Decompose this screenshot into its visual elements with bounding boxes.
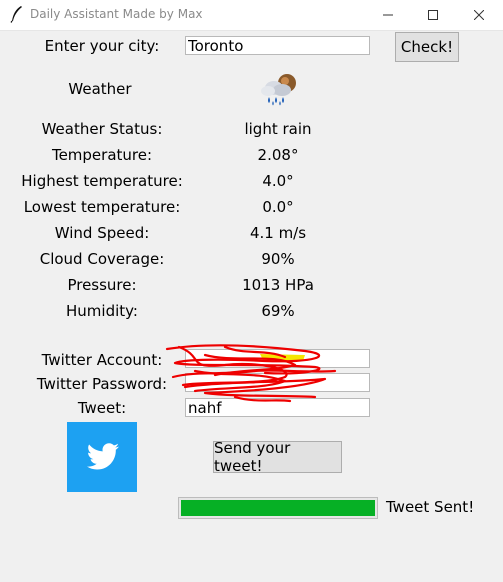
redaction-scribble bbox=[165, 344, 337, 403]
feather-icon bbox=[10, 6, 22, 23]
cloud-coverage-label: Cloud Coverage: bbox=[39, 250, 165, 268]
maximize-icon bbox=[428, 10, 438, 20]
temperature-label: Temperature: bbox=[51, 146, 153, 164]
pressure-label: Pressure: bbox=[67, 276, 137, 294]
send-tweet-button-label: Send your tweet! bbox=[214, 439, 291, 475]
humidity-label: Humidity: bbox=[66, 302, 138, 320]
app-body: Enter your city: Check! Weather Weather … bbox=[0, 31, 503, 582]
twitter-account-label: Twitter Account: bbox=[41, 351, 163, 369]
temperature-value: 2.08° bbox=[257, 146, 299, 164]
cloud-coverage-value: 90% bbox=[261, 250, 295, 268]
twitter-logo bbox=[67, 422, 137, 492]
close-button[interactable] bbox=[456, 0, 502, 30]
check-button-label: Check! bbox=[400, 38, 454, 56]
send-tweet-button[interactable]: Send your tweet! bbox=[213, 439, 342, 475]
wind-speed-label: Wind Speed: bbox=[54, 224, 150, 242]
tweet-progress-fill bbox=[181, 500, 375, 516]
humidity-value: 69% bbox=[261, 302, 295, 320]
tweet-status: Tweet Sent! bbox=[386, 498, 475, 516]
city-input[interactable] bbox=[185, 36, 370, 55]
tweet-progress-bar bbox=[178, 497, 378, 519]
twitter-password-label: Twitter Password: bbox=[36, 375, 168, 393]
wind-speed-value: 4.1 m/s bbox=[249, 224, 307, 242]
check-button[interactable]: Check! bbox=[395, 32, 459, 62]
maximize-button[interactable] bbox=[410, 0, 456, 30]
pressure-value: 1013 HPa bbox=[242, 276, 314, 294]
window-title: Daily Assistant Made by Max bbox=[30, 7, 203, 21]
weather-status-value: light rain bbox=[244, 120, 312, 138]
twitter-bird-icon bbox=[86, 443, 120, 470]
lowest-temperature-value: 0.0° bbox=[262, 198, 294, 216]
highest-temperature-label: Highest temperature: bbox=[21, 172, 183, 190]
light-rain-weather-icon bbox=[261, 74, 296, 106]
city-label: Enter your city: bbox=[44, 37, 160, 55]
title-bar: Daily Assistant Made by Max bbox=[0, 0, 503, 31]
weather-status-label: Weather Status: bbox=[41, 120, 163, 138]
tweet-label: Tweet: bbox=[77, 399, 127, 417]
highest-temperature-value: 4.0° bbox=[262, 172, 294, 190]
minimize-button[interactable] bbox=[365, 0, 411, 30]
close-icon bbox=[474, 10, 484, 20]
minimize-icon bbox=[383, 14, 393, 16]
lowest-temperature-label: Lowest temperature: bbox=[23, 198, 181, 216]
weather-heading: Weather bbox=[68, 80, 132, 98]
